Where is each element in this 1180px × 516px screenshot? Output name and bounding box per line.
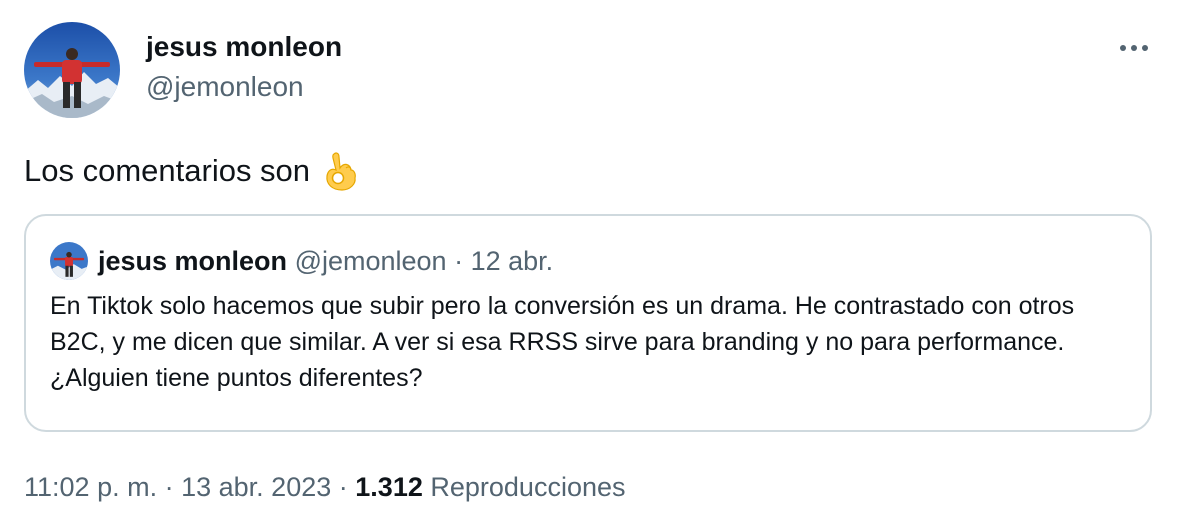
avatar[interactable] [24, 22, 120, 118]
quoted-header: jesus monleon @jemonleon · 12 abr. [98, 244, 553, 278]
views-label: Reproducciones [430, 472, 626, 502]
quoted-author-handle: @jemonleon [294, 246, 447, 276]
quoted-author-name: jesus monleon [98, 246, 288, 276]
ok-hand-emoji [326, 152, 356, 191]
quoted-avatar [50, 242, 88, 280]
tweet-meta: 11:02 p. m. · 13 abr. 2023 · 1.312 Repro… [24, 470, 626, 504]
quoted-tweet-card[interactable]: jesus monleon @jemonleon · 12 abr. En Ti… [24, 214, 1152, 432]
more-horizontal-icon [1120, 45, 1148, 51]
tweet-time[interactable]: 11:02 p. m. [24, 472, 157, 502]
quoted-separator: · [454, 246, 464, 276]
meta-separator-2: · [338, 472, 348, 502]
tweet-date[interactable]: 13 abr. 2023 [181, 472, 331, 502]
author-name[interactable]: jesus monleon [146, 30, 342, 64]
quoted-avatar-image [50, 242, 88, 280]
quoted-text: En Tiktok solo hacemos que subir pero la… [50, 292, 1075, 392]
author-handle[interactable]: @jemonleon [146, 70, 304, 104]
meta-separator: · [164, 472, 174, 502]
quoted-date: 12 abr. [470, 246, 554, 276]
avatar-image [24, 22, 120, 118]
tweet-text: Los comentarios son [24, 150, 360, 192]
views-count: 1.312 [355, 472, 423, 502]
more-options-button[interactable] [1112, 34, 1156, 62]
tweet-text-content: Los comentarios son [24, 153, 311, 188]
